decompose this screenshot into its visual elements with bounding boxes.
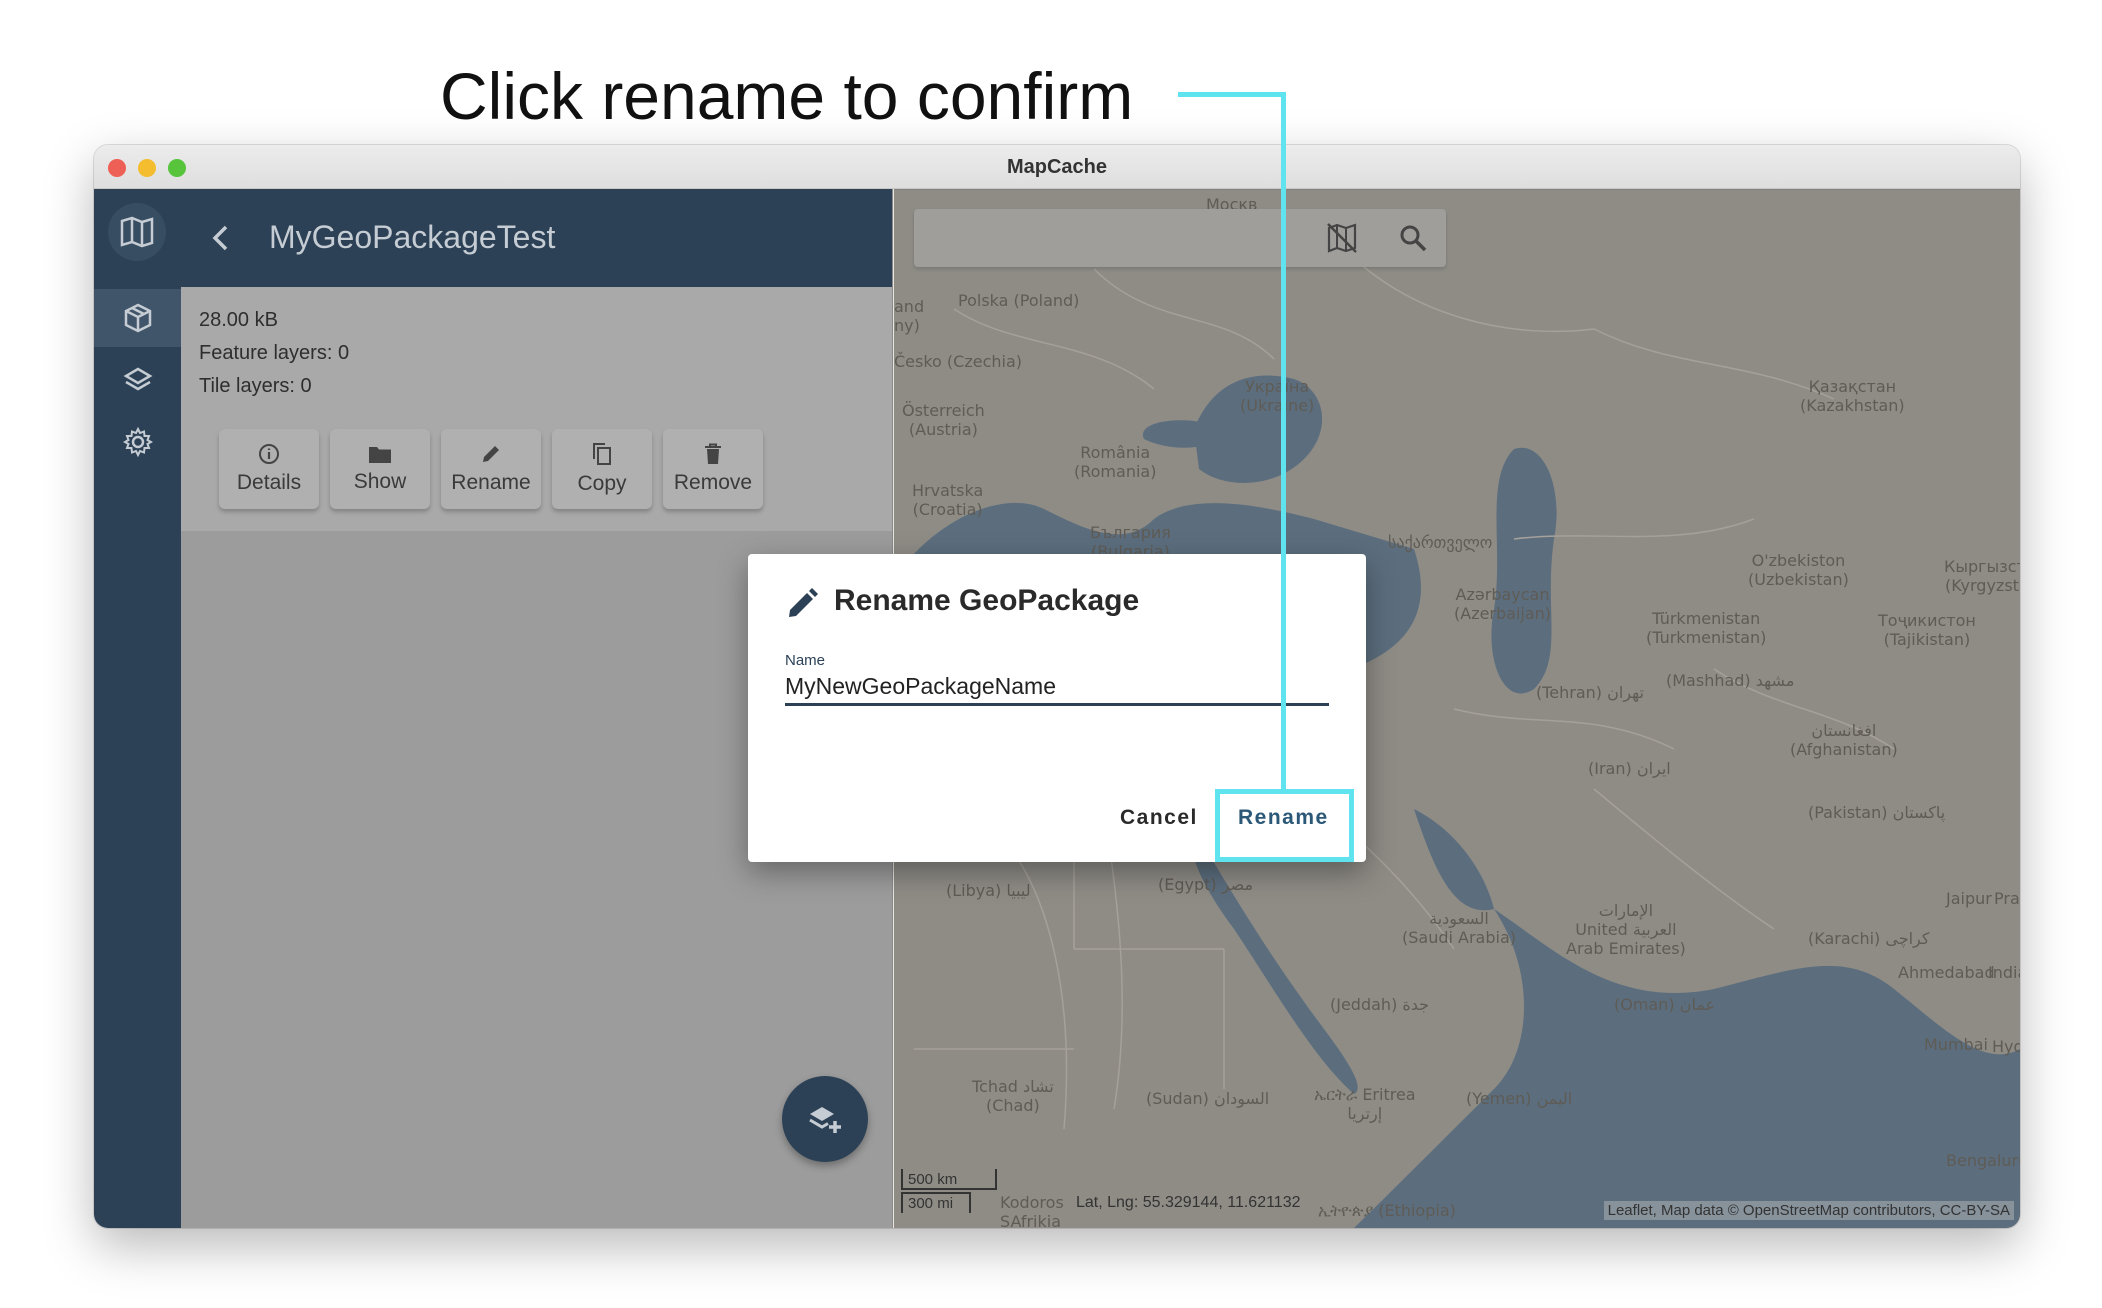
map-label-azerbaijan: Azərbaycan (Azerbaijan) (1454, 585, 1552, 623)
map-label-mumbai: Mumbai (1924, 1035, 1988, 1054)
map-label-mashhad: (Mashhad) مشهد (1666, 671, 1795, 690)
title-bar: MapCache (94, 145, 2020, 189)
tile-layers-count: Tile layers: 0 (199, 375, 312, 397)
map-attribution[interactable]: Leaflet, Map data © OpenStreetMap contri… (1603, 1201, 2014, 1220)
trash-icon (705, 443, 721, 464)
map-label-oman: (Oman) عمان (1614, 995, 1716, 1014)
map-label-ahmedabad: Ahmedabad (1898, 963, 1995, 982)
panel-header: MyGeoPackageTest (181, 189, 892, 287)
back-arrow-icon[interactable] (207, 223, 235, 258)
map-label-hyderabad: Hyderabad (1992, 1037, 2020, 1056)
feature-layers-count: Feature layers: 0 (199, 342, 350, 364)
show-label: Show (353, 470, 407, 493)
map-label-czech: Česko (Czechia) (894, 352, 1023, 371)
map-label-jeddah: (Jeddah) جدة (1330, 995, 1430, 1014)
map-label-ethiopia: ኢትዮጵያ (Ethiopia) (1318, 1201, 1456, 1220)
geopackage-title: MyGeoPackageTest (269, 219, 556, 255)
rename-action-label: Rename (451, 471, 531, 494)
scale-mi: 300 mi (908, 1195, 954, 1212)
info-icon (259, 444, 279, 464)
remove-label: Remove (673, 471, 753, 494)
map-label-yemen: (Yemen) اليمن (1466, 1089, 1573, 1108)
annotation-highlight-box (1215, 789, 1354, 862)
dialog-title: Rename GeoPackage (834, 584, 1140, 617)
package-icon[interactable] (94, 289, 181, 347)
annotation-connector-vertical (1281, 92, 1286, 792)
details-button[interactable]: Details (219, 429, 319, 509)
map-label-afghanistan: افغانستان (Afghanistan) (1790, 721, 1898, 759)
map-label-saudi: السعودية (Saudi Arabia) (1402, 909, 1517, 947)
cursor-coordinates: Lat, Lng: 55.329144, 11.621132 (1076, 1194, 1301, 1211)
map-label-austria: Österreich (Austria) (902, 401, 985, 439)
map-label-libya: (Libya) ليبيا (946, 881, 1031, 900)
cancel-button[interactable]: Cancel (1120, 806, 1198, 830)
map-label-tajikistan: Тоҷикистон (Tajikistan) (1878, 611, 1976, 649)
name-field-label: Name (785, 652, 826, 669)
remove-button[interactable]: Remove (663, 429, 763, 509)
map-label-kazakhstan: Қазақстан (Kazakhstan) (1800, 377, 1905, 415)
map-label-iran: (Iran) ایران (1588, 759, 1671, 778)
annotation-title: Click rename to confirm (440, 59, 1134, 133)
add-layer-button[interactable] (782, 1076, 868, 1162)
map-label-egypt: (Egypt) مصر (1158, 875, 1254, 894)
map-label-sudan: (Sudan) السودان (1146, 1089, 1270, 1108)
map-label-kodoros: Kodoros SAfrikia (1000, 1193, 1064, 1228)
map-label-croatia: Hrvatska (Croatia) (912, 481, 984, 519)
rename-action-button[interactable]: Rename (441, 429, 541, 509)
annotation-connector-horizontal (1178, 92, 1286, 97)
map-label-india: India (1988, 963, 2020, 982)
copy-button[interactable]: Copy (552, 429, 652, 509)
map-label-uzbekistan: O'zbekiston (Uzbekistan) (1748, 551, 1849, 589)
map-label-uae: الإمارات United العربية Arab Emirates) (1566, 901, 1686, 958)
window-title: MapCache (1006, 156, 1108, 178)
map-label-romania: România (Romania) (1074, 443, 1157, 481)
copy-label: Copy (577, 472, 627, 495)
search-icon[interactable] (1398, 223, 1428, 258)
scale-km: 500 km (908, 1171, 958, 1188)
show-button[interactable]: Show (330, 429, 430, 509)
map-label-pra: Pra (1994, 889, 2020, 908)
name-input[interactable] (785, 670, 1329, 706)
pencil-icon (786, 588, 818, 625)
layers-icon[interactable] (94, 351, 181, 409)
map-label-turkmenistan: Türkmenistan (Turkmenistan) (1646, 609, 1767, 647)
map-off-icon[interactable] (1326, 223, 1358, 258)
add-layer-icon (809, 1107, 841, 1133)
nav-rail (94, 189, 181, 1228)
settings-icon[interactable] (94, 413, 181, 471)
map-label-eritrea: ኤርትራ Eritrea إرتريا (1314, 1085, 1416, 1123)
copy-icon (593, 443, 611, 465)
geopackage-size: 28.00 kB (199, 309, 278, 331)
folder-icon (369, 447, 391, 463)
map-label-jaipur: Jaipur (1946, 889, 1992, 908)
map-label-karachi: (Karachi) کراچی (1808, 929, 1930, 948)
geopackage-info: 28.00 kB Feature layers: 0 Tile layers: … (181, 287, 892, 531)
map-label-kyrgyzstan: Кыргызстан(Kyrgyzstan) (1944, 557, 2020, 595)
map-label-ukraine: Україна (Ukraine) (1240, 377, 1315, 415)
map-scale: 500 km 300 mi (900, 1169, 998, 1213)
details-label: Details (236, 471, 302, 494)
map-label-bengaluru: Bengaluru (1946, 1151, 2020, 1170)
map-label-chad: Tchad تشاد (Chad) (972, 1077, 1054, 1115)
map-search-bar[interactable] (914, 209, 1446, 267)
map-label-pakistan: (Pakistan) پاکستان (1808, 803, 1946, 822)
map-logo-icon[interactable] (108, 203, 166, 261)
pencil-icon (483, 446, 499, 462)
map-label-poland: Polska (Poland) (958, 291, 1080, 310)
map-label-nd: and ny) (894, 297, 925, 335)
map-label-georgia: საქართველო (1388, 533, 1493, 552)
map-label-tehran: (Tehran) تهران (1536, 683, 1644, 702)
